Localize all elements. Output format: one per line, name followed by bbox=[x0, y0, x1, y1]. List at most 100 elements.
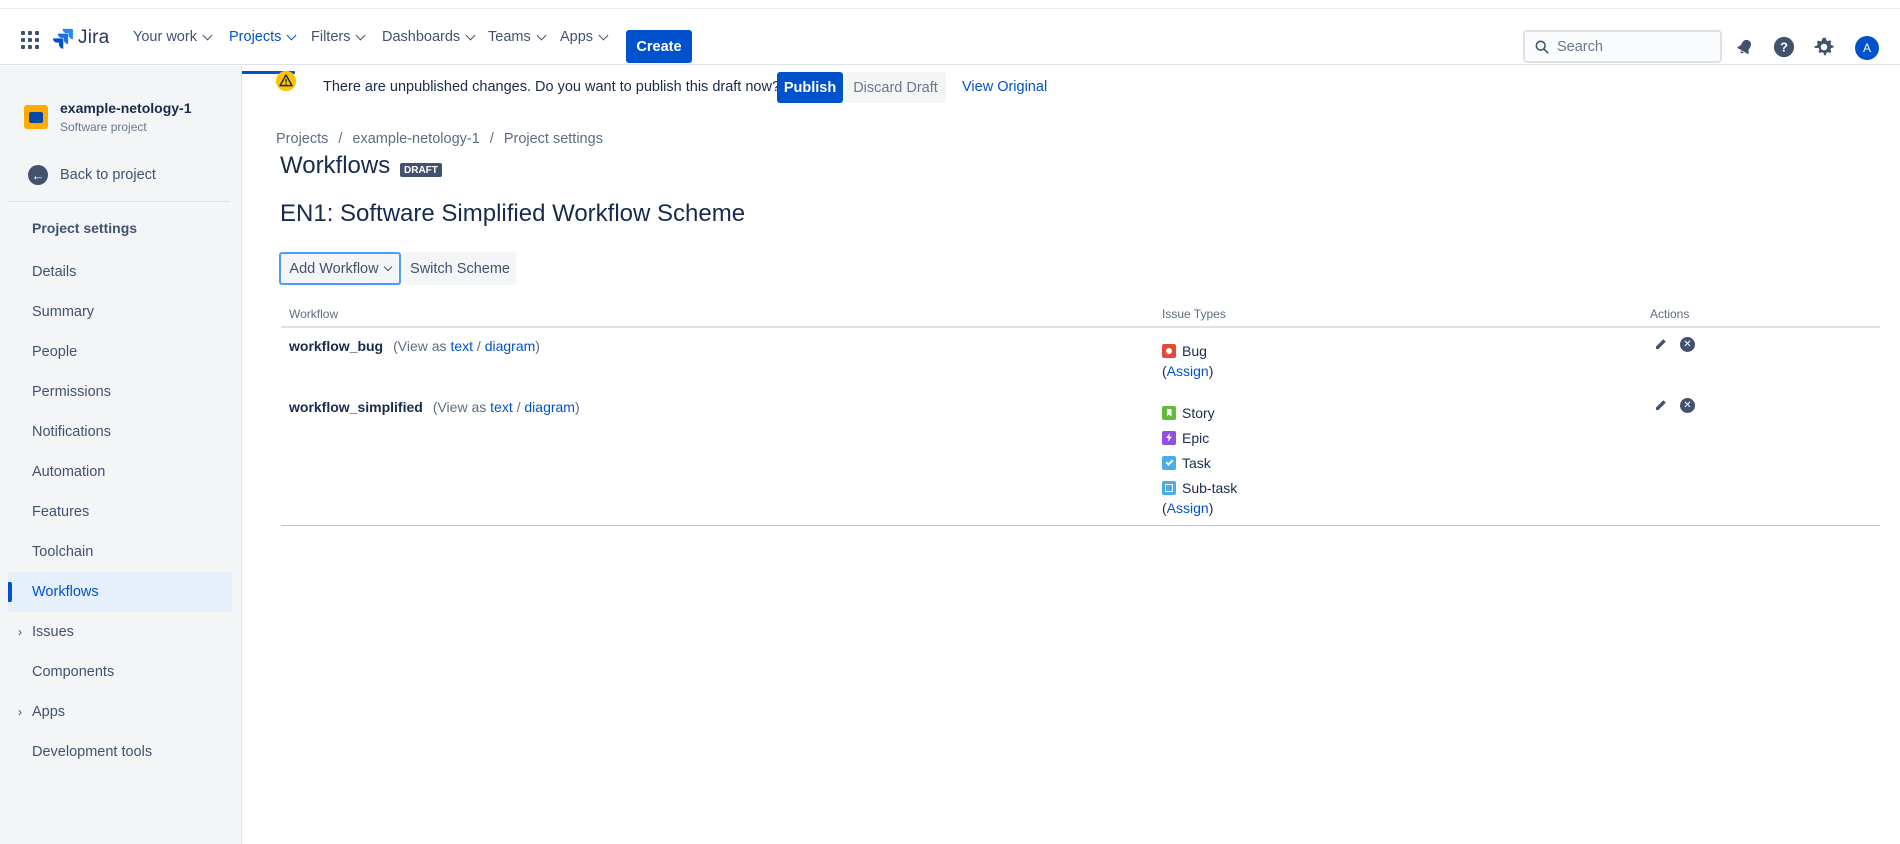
search-box[interactable] bbox=[1523, 30, 1722, 63]
sidebar-item-components[interactable]: Components bbox=[8, 652, 232, 692]
sidebar-item-label: Issues bbox=[32, 624, 74, 640]
row-actions: ✕ bbox=[1652, 397, 1695, 413]
notifications-icon[interactable] bbox=[1733, 35, 1757, 59]
sidebar-item-workflows[interactable]: Workflows bbox=[8, 572, 232, 612]
view-as-links: (View as text / diagram) bbox=[433, 399, 580, 415]
assign-link[interactable]: Assign bbox=[1167, 363, 1209, 379]
sidebar-item-people[interactable]: People bbox=[8, 332, 232, 372]
chevron-down-icon bbox=[598, 30, 609, 40]
paren: ) bbox=[1208, 363, 1214, 379]
issue-type-label: Task bbox=[1182, 454, 1211, 471]
nav-dashboards[interactable]: Dashboards bbox=[382, 29, 476, 45]
nav-teams[interactable]: Teams bbox=[488, 29, 547, 45]
nav-teams-label: Teams bbox=[488, 29, 531, 45]
jira-logo[interactable]: Jira bbox=[52, 27, 109, 49]
workflow-name: workflow_bug bbox=[289, 338, 384, 354]
sidebar-item-development-tools[interactable]: Development tools bbox=[8, 732, 232, 772]
issue-type-label: Bug bbox=[1182, 342, 1207, 359]
sidebar-item-toolchain[interactable]: Toolchain bbox=[8, 532, 232, 572]
nav-your-work-label: Your work bbox=[133, 29, 197, 45]
sidebar-item-issues[interactable]: › Issues bbox=[8, 612, 232, 652]
issue-type-label: Epic bbox=[1182, 429, 1210, 446]
issue-types-cell: Bug (Assign) bbox=[1162, 338, 1213, 383]
issue-type-label: Story bbox=[1182, 404, 1215, 421]
nav-filters[interactable]: Filters bbox=[311, 29, 366, 45]
sidebar-item-label: Notifications bbox=[32, 424, 111, 440]
assign-link[interactable]: Assign bbox=[1167, 500, 1209, 516]
back-to-project-link[interactable]: ← Back to project bbox=[28, 165, 156, 185]
draft-badge: DRAFT bbox=[400, 163, 442, 177]
sidebar-item-notifications[interactable]: Notifications bbox=[8, 412, 232, 452]
sidebar-item-label: Permissions bbox=[32, 384, 111, 400]
view-as-links: (View as text / diagram) bbox=[393, 338, 540, 354]
help-icon[interactable]: ? bbox=[1772, 35, 1796, 59]
sidebar-item-apps[interactable]: › Apps bbox=[8, 692, 232, 732]
view-as-text-link[interactable]: text bbox=[450, 338, 473, 354]
chevron-down-icon bbox=[286, 30, 297, 40]
issue-types-cell: Story Epic Task Sub-task (Assign) bbox=[1162, 400, 1237, 520]
chevron-right-icon: › bbox=[18, 625, 22, 639]
discard-draft-button[interactable]: Discard Draft bbox=[845, 72, 946, 103]
table-bottom-divider bbox=[281, 525, 1880, 526]
project-name: example-netology-1 bbox=[60, 100, 192, 116]
create-button[interactable]: Create bbox=[626, 30, 692, 63]
sidebar-item-details[interactable]: Details bbox=[8, 252, 232, 292]
nav-apps[interactable]: Apps bbox=[560, 29, 609, 45]
add-workflow-button[interactable]: Add Workflow bbox=[279, 252, 401, 285]
view-as-text-link[interactable]: text bbox=[490, 399, 513, 415]
project-header[interactable]: example-netology-1 Software project bbox=[24, 100, 191, 134]
sidebar-item-label: Components bbox=[32, 664, 115, 680]
issue-type-bug: Bug bbox=[1162, 338, 1213, 363]
view-as-diagram-link[interactable]: diagram bbox=[485, 338, 536, 354]
remove-x-icon[interactable]: ✕ bbox=[1680, 336, 1695, 352]
breadcrumb-project[interactable]: example-netology-1 bbox=[352, 131, 479, 147]
scheme-title: EN1: Software Simplified Workflow Scheme bbox=[280, 200, 746, 227]
subtask-icon bbox=[1162, 480, 1176, 495]
sidebar-item-label: Apps bbox=[32, 704, 66, 720]
sidebar-item-summary[interactable]: Summary bbox=[8, 292, 232, 332]
column-header-actions: Actions bbox=[1650, 307, 1690, 321]
issue-type-task: Task bbox=[1162, 450, 1237, 475]
search-input[interactable] bbox=[1557, 38, 1707, 55]
remove-x-icon[interactable]: ✕ bbox=[1680, 397, 1695, 413]
breadcrumb-project-settings[interactable]: Project settings bbox=[504, 131, 603, 147]
nav-projects[interactable]: Projects bbox=[229, 29, 297, 45]
sidebar-item-label: Workflows bbox=[32, 584, 99, 600]
nav-your-work[interactable]: Your work bbox=[133, 29, 213, 45]
warning-icon bbox=[275, 70, 297, 92]
view-original-link[interactable]: View Original bbox=[962, 79, 1047, 95]
table-row: workflow_simplified (View as text / diag… bbox=[289, 399, 580, 415]
sidebar-item-label: Features bbox=[32, 504, 90, 520]
project-sidebar: example-netology-1 Software project ← Ba… bbox=[0, 66, 242, 844]
top-strip bbox=[0, 0, 1900, 9]
back-to-project-label: Back to project bbox=[60, 167, 156, 183]
settings-gear-icon[interactable] bbox=[1812, 35, 1836, 59]
sidebar-item-label: Details bbox=[32, 264, 77, 280]
sidebar-heading: Project settings bbox=[32, 220, 138, 236]
close-paren: ) bbox=[535, 338, 540, 354]
nav-apps-label: Apps bbox=[560, 29, 594, 45]
chevron-down-icon bbox=[465, 30, 476, 40]
sidebar-item-automation[interactable]: Automation bbox=[8, 452, 232, 492]
sidebar-item-label: People bbox=[32, 344, 78, 360]
epic-icon bbox=[1162, 430, 1176, 445]
user-avatar[interactable]: A bbox=[1855, 36, 1879, 60]
column-header-workflow: Workflow bbox=[289, 307, 339, 321]
sidebar-item-label: Toolchain bbox=[32, 544, 94, 560]
publish-button[interactable]: Publish bbox=[777, 72, 843, 103]
link-separator: / bbox=[476, 338, 481, 354]
issue-type-story: Story bbox=[1162, 400, 1237, 425]
sidebar-item-features[interactable]: Features bbox=[8, 492, 232, 532]
sidebar-item-permissions[interactable]: Permissions bbox=[8, 372, 232, 412]
view-as-diagram-link[interactable]: diagram bbox=[524, 399, 575, 415]
breadcrumb-projects[interactable]: Projects bbox=[276, 131, 328, 147]
page-title: Workflows bbox=[280, 152, 391, 179]
svg-text:?: ? bbox=[1780, 40, 1788, 55]
search-icon bbox=[1535, 40, 1549, 53]
edit-pencil-icon[interactable] bbox=[1652, 397, 1668, 413]
edit-pencil-icon[interactable] bbox=[1652, 336, 1668, 352]
switch-scheme-button[interactable]: Switch Scheme bbox=[404, 252, 516, 285]
view-as-label: (View as bbox=[432, 399, 487, 415]
table-header-divider bbox=[281, 326, 1880, 328]
app-switcher-icon[interactable] bbox=[18, 28, 42, 52]
